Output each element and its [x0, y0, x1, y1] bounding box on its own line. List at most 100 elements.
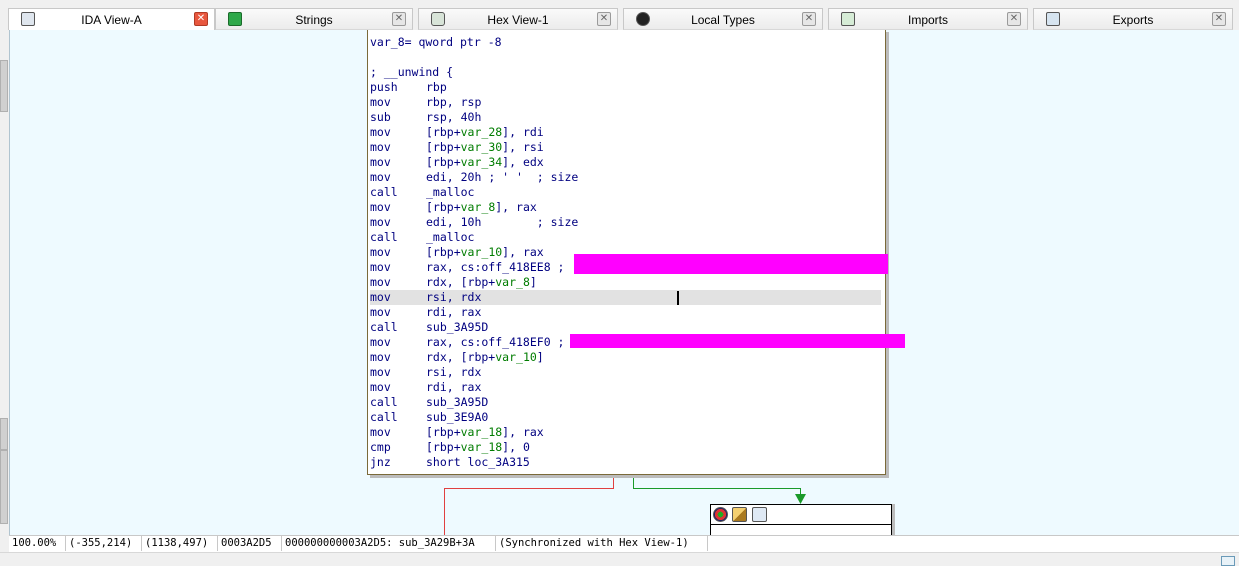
close-icon[interactable]: ✕ [392, 12, 406, 26]
comment: ; ' ' ; size [481, 170, 579, 184]
mnemonic: mov [370, 290, 391, 304]
operand-text: [rbp+ [426, 425, 461, 439]
tab-label: Exports [1112, 13, 1154, 27]
code-line[interactable]: mov rdx, [rbp+var_8] [370, 275, 881, 290]
arrow-head-icon [795, 494, 806, 504]
operand-text: [rbp+ [426, 155, 461, 169]
mnemonic: mov [370, 215, 391, 229]
operand-text: ], rax [502, 245, 544, 259]
mnemonic: mov [370, 305, 391, 319]
code-text: ; __unwind { [370, 65, 454, 79]
tab-hex-view-1[interactable]: Hex View-1 ✕ [418, 8, 618, 30]
code-line[interactable]: mov rdi, rax [370, 380, 881, 395]
operands: rsi, rdx [426, 290, 481, 305]
mnemonic: call [370, 395, 398, 409]
stack-variable: var_18 [460, 425, 503, 439]
close-icon[interactable]: ✕ [1212, 12, 1226, 26]
code-line[interactable]: cmp [rbp+var_18], 0 [370, 440, 881, 455]
operands: rax, cs:off_418EE8 ; [426, 260, 564, 275]
code-line[interactable]: mov rbp, rsp [370, 95, 881, 110]
rename-icon[interactable] [732, 507, 747, 522]
comment: ; [550, 335, 565, 349]
code-line[interactable]: mov [rbp+var_8], rax [370, 200, 881, 215]
mnemonic: mov [370, 155, 391, 169]
operand-text: _malloc [426, 230, 475, 244]
code-block-node[interactable]: var_8= qword ptr -8; __unwind {push rbp mo… [367, 30, 905, 475]
mnemonic: mov [370, 335, 391, 349]
tab-strings[interactable]: Strings ✕ [215, 8, 413, 30]
operand-text: ] [536, 350, 544, 364]
code-line[interactable]: mov edi, 20h ; ' ' ; size [370, 170, 881, 185]
code-line[interactable]: mov [rbp+var_30], rsi [370, 140, 881, 155]
code-line[interactable]: mov rsi, rdx [370, 365, 881, 380]
status-mouse-position: (-355,214) [66, 536, 142, 551]
mnemonic: mov [370, 125, 391, 139]
stack-variable: var_34 [460, 155, 503, 169]
tab-label: IDA View-A [81, 13, 142, 27]
status-address: 000000000003A2D5: sub_3A29B+3A [282, 536, 496, 551]
code-block-node-2[interactable] [710, 504, 892, 535]
status-zoom: 100.00% [9, 536, 66, 551]
close-icon[interactable]: ✕ [802, 12, 816, 26]
code-line[interactable]: call sub_3A95D [370, 395, 881, 410]
comment: ; [550, 260, 565, 274]
operand-text: [rbp+ [426, 125, 461, 139]
code-line[interactable]: mov [rbp+var_28], rdi [370, 125, 881, 140]
code-line[interactable]: jnz short loc_3A315 [370, 455, 881, 470]
graph-view-icon[interactable] [752, 507, 767, 522]
redaction-box [574, 254, 888, 274]
tab-ida-view-a[interactable]: IDA View-A ✕ [8, 8, 215, 31]
mnemonic: call [370, 410, 398, 424]
code-line[interactable]: mov [rbp+var_34], edx [370, 155, 881, 170]
status-graph-position: (1138,497) [142, 536, 218, 551]
operands: rdx, [rbp+var_10] [426, 350, 544, 365]
code-line[interactable]: call _malloc [370, 230, 881, 245]
operands: rsi, rdx [426, 365, 481, 380]
operand-text: rax, cs:off_418EF0 [426, 335, 551, 349]
operands: rax, cs:off_418EF0 ; [426, 335, 564, 350]
code-line[interactable]: mov edi, 10h ; size [370, 215, 881, 230]
close-icon[interactable]: ✕ [1007, 12, 1021, 26]
close-icon[interactable]: ✕ [194, 12, 208, 26]
code-line[interactable]: ; __unwind { [370, 65, 881, 80]
operands: rdx, [rbp+var_8] [426, 275, 537, 290]
tab-imports[interactable]: Imports ✕ [828, 8, 1028, 30]
mnemonic: mov [370, 365, 391, 379]
text-cursor [677, 291, 679, 305]
tab-local-types[interactable]: Local Types ✕ [623, 8, 823, 30]
operands: [rbp+var_8], rax [426, 200, 537, 215]
code-line[interactable]: var_8= qword ptr -8 [370, 35, 881, 50]
code-line[interactable]: mov [rbp+var_18], rax [370, 425, 881, 440]
graph-view[interactable]: var_8= qword ptr -8; __unwind {push rbp mo… [9, 30, 1239, 535]
operand-text: rsi, rdx [426, 290, 482, 304]
code-line[interactable]: call sub_3A95D [370, 320, 881, 335]
code-line[interactable]: mov rdx, [rbp+var_10] [370, 350, 881, 365]
code-line[interactable]: push rbp [370, 80, 881, 95]
mnemonic: mov [370, 200, 391, 214]
code-line[interactable] [370, 50, 881, 65]
operand-text: [rbp+ [426, 200, 461, 214]
splitter-handle[interactable] [0, 60, 8, 112]
close-icon[interactable]: ✕ [597, 12, 611, 26]
code-line[interactable]: sub rsp, 40h [370, 110, 881, 125]
splitter-handle[interactable] [0, 418, 8, 450]
mnemonic: mov [370, 170, 391, 184]
operands: [rbp+var_10], rax [426, 245, 544, 260]
code-line[interactable]: call _malloc [370, 185, 881, 200]
color-picker-icon[interactable] [713, 507, 728, 522]
tab-exports[interactable]: Exports ✕ [1033, 8, 1233, 30]
edge-false [444, 488, 445, 535]
disassembly-listing[interactable]: var_8= qword ptr -8; __unwind {push rbp mo… [370, 35, 881, 470]
code-line[interactable]: mov rdi, rax [370, 305, 881, 320]
operand-text: rbp, rsp [426, 95, 482, 109]
operand-text: ], edx [502, 155, 544, 169]
operands: [rbp+var_28], rdi [426, 125, 544, 140]
mnemonic: push [370, 80, 398, 94]
mnemonic: sub [370, 110, 391, 124]
mnemonic: mov [370, 260, 391, 274]
operands: edi, 10h ; size [426, 215, 578, 230]
code-line[interactable]: mov rsi, rdx [370, 290, 881, 305]
splitter-handle[interactable] [0, 450, 8, 524]
operand-text: rsp, 40h [426, 110, 482, 124]
code-line[interactable]: call sub_3E9A0 [370, 410, 881, 425]
